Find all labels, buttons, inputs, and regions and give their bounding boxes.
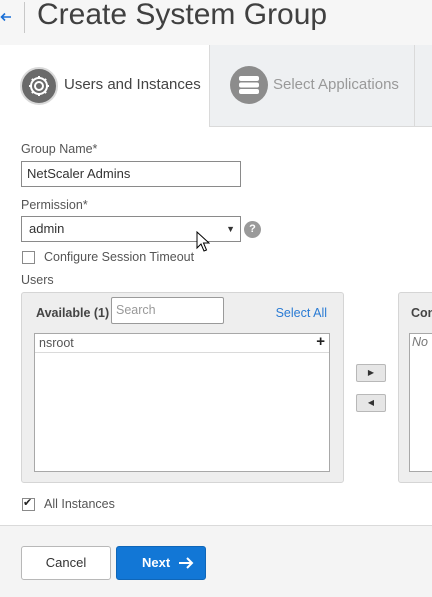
permission-label: Permission* — [21, 198, 88, 212]
chevron-down-icon: ▼ — [226, 224, 235, 234]
gear-icon — [20, 67, 58, 105]
available-users-panel: Available (1) Search Select All nsroot + — [21, 292, 344, 483]
available-search-input[interactable]: Search — [111, 297, 224, 324]
session-timeout-checkbox[interactable] — [22, 251, 35, 264]
tab-label: Users and Instances — [64, 76, 201, 93]
arrow-right-icon — [179, 557, 194, 569]
server-stack-icon — [230, 66, 268, 104]
configured-empty-text: No — [412, 335, 428, 349]
help-icon[interactable]: ? — [244, 221, 261, 238]
triangle-left-icon: ◀ — [367, 398, 375, 407]
wizard-tabs: Users and Instances Select Applications — [0, 45, 432, 128]
session-timeout-label: Configure Session Timeout — [44, 250, 195, 264]
list-item-label: nsroot — [39, 336, 74, 350]
tab-label: Select Applications — [273, 76, 399, 93]
permission-value: admin — [29, 221, 65, 236]
tab-select-applications[interactable]: Select Applications — [210, 45, 415, 127]
cancel-button[interactable]: Cancel — [21, 546, 111, 580]
all-instances-checkbox[interactable] — [22, 496, 35, 511]
form-content: Group Name* NetScaler Admins Permission*… — [0, 127, 432, 525]
users-label: Users — [21, 273, 54, 287]
page-title: Create System Group — [37, 0, 328, 31]
select-all-link[interactable]: Select All — [276, 306, 327, 320]
move-right-button[interactable]: ▶ — [356, 364, 386, 382]
plus-icon[interactable]: + — [316, 333, 325, 351]
tab-users-and-instances[interactable]: Users and Instances — [0, 45, 210, 128]
configured-users-list: No — [409, 333, 432, 472]
group-name-label: Group Name* — [21, 142, 98, 156]
arrow-left-icon[interactable] — [0, 6, 18, 26]
triangle-right-icon: ▶ — [367, 368, 375, 377]
title-bar: Create System Group — [0, 0, 432, 45]
all-instances-label: All Instances — [44, 497, 115, 511]
footer: Cancel Next — [0, 525, 432, 597]
mouse-cursor-icon — [196, 231, 210, 252]
next-button-label: Next — [142, 555, 171, 570]
configured-users-panel: Con No — [398, 292, 432, 483]
list-item[interactable]: nsroot + — [35, 333, 329, 353]
group-name-field[interactable]: NetScaler Admins — [21, 161, 241, 187]
available-users-list: nsroot + — [34, 333, 330, 472]
title-divider — [24, 2, 25, 33]
move-left-button[interactable]: ◀ — [356, 394, 386, 412]
next-button[interactable]: Next — [116, 546, 206, 580]
configured-panel-title: Con — [411, 306, 432, 320]
available-panel-title: Available (1) — [36, 306, 110, 320]
